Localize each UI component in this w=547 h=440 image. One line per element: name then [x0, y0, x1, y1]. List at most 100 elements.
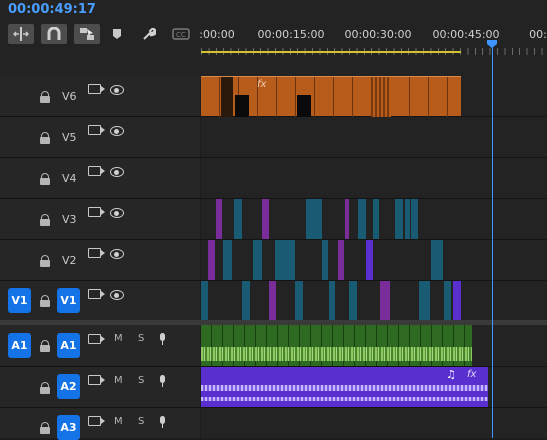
v3-clip[interactable] [306, 199, 322, 239]
lock-icon[interactable] [40, 422, 50, 434]
v2-clip[interactable] [338, 240, 344, 280]
sync-lock-icon[interactable] [88, 207, 105, 217]
eye-icon[interactable] [110, 290, 124, 300]
linked-selection-icon[interactable] [74, 24, 100, 44]
track-v4-lane[interactable] [201, 158, 547, 198]
track-target-a3[interactable]: A3 [57, 415, 80, 440]
linked-selection-glyph [80, 28, 94, 40]
sync-lock-icon[interactable] [88, 334, 105, 344]
v1-clip[interactable] [380, 281, 390, 320]
track-v6-label: V6 [62, 90, 77, 103]
v3-clip[interactable] [262, 199, 269, 239]
v1-clip[interactable] [349, 281, 357, 320]
ruler-label-30: 00:00:30:00 [344, 28, 412, 41]
v6-clip-cluster [371, 77, 391, 117]
v2-clip[interactable] [223, 240, 232, 280]
sync-lock-icon[interactable] [88, 125, 105, 135]
v1-clip[interactable] [201, 281, 208, 320]
track-target-a1[interactable]: A1 [57, 333, 80, 358]
solo-button[interactable]: S [138, 416, 144, 427]
track-v1-lane[interactable] [201, 281, 547, 320]
marker-icon[interactable] [108, 24, 126, 44]
v3-clip[interactable] [358, 199, 366, 239]
time-ruler[interactable]: :00:00 00:00:15:00 00:00:30:00 00:00:45:… [199, 22, 547, 80]
playhead[interactable] [492, 44, 493, 438]
v1-clip[interactable] [419, 281, 430, 320]
track-v2-lane[interactable] [201, 240, 547, 280]
v2-clip[interactable] [366, 240, 373, 280]
v1-clip[interactable] [329, 281, 335, 320]
captions-icon[interactable]: CC [171, 24, 191, 44]
a1-clip[interactable] [201, 325, 472, 366]
lock-icon[interactable] [40, 173, 50, 185]
source-patch-a1[interactable]: A1 [8, 333, 31, 358]
track-v5-lane[interactable] [201, 117, 547, 157]
lock-icon[interactable] [40, 382, 50, 394]
microphone-icon[interactable] [159, 333, 166, 345]
track-target-a2[interactable]: A2 [57, 374, 80, 399]
lock-icon[interactable] [40, 255, 50, 267]
v3-clip[interactable] [345, 199, 349, 239]
v1-clip[interactable] [295, 281, 303, 320]
track-v6-header: V6 [0, 76, 200, 116]
v3-clip[interactable] [411, 199, 418, 239]
sync-lock-icon[interactable] [88, 416, 105, 426]
track-a2-lane[interactable]: ♫ fx [201, 367, 547, 407]
eye-icon[interactable] [110, 249, 124, 259]
mute-button[interactable]: M [114, 375, 123, 386]
timecode-display[interactable]: 00:00:49:17 [8, 2, 96, 17]
lock-icon[interactable] [40, 214, 50, 226]
sync-lock-icon[interactable] [88, 248, 105, 258]
v2-clip[interactable] [275, 240, 295, 280]
track-a3-lane[interactable] [201, 408, 547, 438]
eye-icon[interactable] [110, 126, 124, 136]
v6-clip[interactable]: fx [201, 76, 461, 117]
a2-clip[interactable]: ♫ fx [201, 367, 488, 407]
track-v6-lane[interactable]: fx [201, 76, 547, 117]
track-target-v1[interactable]: V1 [57, 288, 80, 313]
source-patch-v1[interactable]: V1 [8, 288, 31, 313]
work-area-bar[interactable] [201, 51, 461, 53]
wrench-icon[interactable] [140, 24, 158, 44]
sync-lock-icon[interactable] [88, 166, 105, 176]
v3-clip[interactable] [405, 199, 410, 239]
sync-lock-icon[interactable] [88, 375, 105, 385]
fx-badge: fx [467, 369, 477, 380]
v3-clip[interactable] [373, 199, 379, 239]
v3-clip[interactable] [216, 199, 222, 239]
track-v3-lane[interactable] [201, 199, 547, 239]
music-note-icon: ♫ [446, 368, 456, 381]
eye-icon[interactable] [110, 208, 124, 218]
insert-edit-icon[interactable] [8, 24, 34, 44]
v1-clip[interactable] [269, 281, 276, 320]
v3-clip[interactable] [395, 199, 403, 239]
sync-lock-icon[interactable] [88, 84, 105, 94]
track-v2: V2 [0, 240, 547, 281]
microphone-icon[interactable] [159, 375, 166, 387]
v2-clip[interactable] [253, 240, 262, 280]
eye-icon[interactable] [110, 85, 124, 95]
lock-icon[interactable] [40, 295, 50, 307]
v1-clip[interactable] [242, 281, 250, 320]
v1-clip[interactable] [453, 281, 461, 320]
lock-icon[interactable] [40, 340, 50, 352]
lock-icon[interactable] [40, 91, 50, 103]
lock-icon[interactable] [40, 132, 50, 144]
sync-lock-icon[interactable] [88, 289, 105, 299]
v2-clip[interactable] [208, 240, 215, 280]
solo-button[interactable]: S [138, 333, 144, 344]
track-v4: V4 [0, 158, 547, 199]
v2-clip[interactable] [431, 240, 443, 280]
solo-button[interactable]: S [138, 375, 144, 386]
ruler-label-0: :00:00 [199, 28, 235, 41]
track-a1-lane[interactable] [201, 325, 547, 366]
mute-button[interactable]: M [114, 416, 123, 427]
ruler-label-60: 00: [529, 28, 547, 41]
v3-clip[interactable] [234, 199, 242, 239]
v1-clip[interactable] [444, 281, 451, 320]
v2-clip[interactable] [322, 240, 328, 280]
microphone-icon[interactable] [159, 416, 166, 428]
snap-icon[interactable] [41, 24, 67, 44]
mute-button[interactable]: M [114, 333, 123, 344]
eye-icon[interactable] [110, 167, 124, 177]
